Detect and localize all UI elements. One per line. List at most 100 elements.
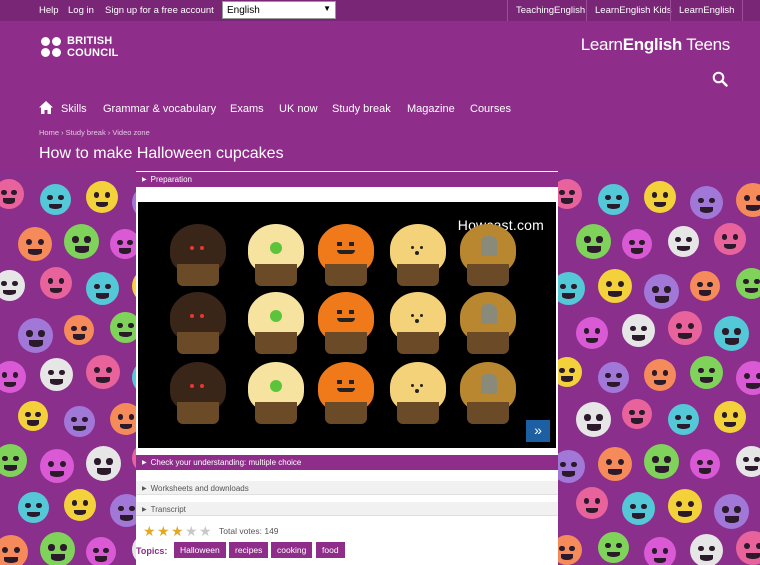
emoji-face-icon xyxy=(86,181,118,213)
emoji-face-icon xyxy=(644,181,676,213)
emoji-face-icon xyxy=(64,224,99,259)
emoji-face-icon xyxy=(40,267,72,299)
emoji-face-icon xyxy=(576,317,608,349)
star-icon[interactable]: ★ xyxy=(199,524,212,538)
nav-magazine[interactable]: Magazine xyxy=(407,103,455,115)
emoji-face-icon xyxy=(644,537,676,565)
video-player[interactable]: Howcast.com » xyxy=(138,202,556,448)
cupcake xyxy=(246,292,306,356)
star-icon[interactable]: ★ xyxy=(157,524,170,538)
learnenglish-kids-link[interactable]: LearnEnglish Kids xyxy=(586,0,680,21)
emoji-face-icon xyxy=(558,535,582,565)
emoji-face-icon xyxy=(18,401,48,431)
search-icon[interactable] xyxy=(712,71,728,87)
emoji-face-icon xyxy=(0,361,26,393)
breadcrumb[interactable]: Home › Study break › Video zone xyxy=(39,128,150,137)
nav-skills[interactable]: Skills xyxy=(61,103,87,115)
british-council-dots-icon xyxy=(41,37,63,59)
emoji-face-icon xyxy=(714,494,749,529)
nav-grammar-vocabulary[interactable]: Grammar & vocabulary xyxy=(103,103,216,115)
emoji-face-icon xyxy=(644,359,676,391)
emoji-face-icon xyxy=(668,311,702,345)
login-link[interactable]: Log in xyxy=(68,5,94,16)
emoji-face-icon xyxy=(690,534,723,565)
star-icon[interactable]: ★ xyxy=(143,524,156,538)
emoji-face-icon xyxy=(598,184,629,215)
emoji-face-icon xyxy=(736,183,760,217)
topic-tag[interactable]: food xyxy=(316,542,345,558)
emoji-face-icon xyxy=(576,224,611,259)
emoji-face-icon xyxy=(690,356,723,389)
cupcake xyxy=(388,292,448,356)
cupcake xyxy=(246,362,306,426)
emoji-face-icon xyxy=(598,447,632,481)
emoji-face-icon xyxy=(86,537,116,565)
learnenglish-link[interactable]: LearnEnglish xyxy=(670,0,744,21)
topic-tag[interactable]: Halloween xyxy=(174,542,226,558)
cupcake xyxy=(458,362,518,426)
transcript-toggle[interactable]: ▶ Transcript xyxy=(136,502,558,516)
topic-tag[interactable]: recipes xyxy=(229,542,269,558)
topic-tag[interactable]: cooking xyxy=(271,542,313,558)
emoji-face-icon xyxy=(644,444,679,479)
star-icon[interactable]: ★ xyxy=(171,524,184,538)
emoji-face-icon xyxy=(622,314,655,347)
emoji-face-icon xyxy=(598,269,632,303)
emoji-face-icon xyxy=(714,316,749,351)
cupcake xyxy=(168,292,228,356)
nav-exams[interactable]: Exams xyxy=(230,103,264,115)
emoji-face-icon xyxy=(86,272,119,305)
home-icon[interactable] xyxy=(39,101,53,114)
british-council-wordmark: BRITISH COUNCIL xyxy=(67,35,119,59)
emoji-face-icon xyxy=(668,404,699,435)
cupcake xyxy=(246,224,306,288)
teachingenglish-link[interactable]: TeachingEnglish xyxy=(507,0,593,21)
nav-courses[interactable]: Courses xyxy=(470,103,511,115)
nav-uk-now[interactable]: UK now xyxy=(279,103,318,115)
check-understanding-toggle[interactable]: ▶ Check your understanding: multiple choi… xyxy=(136,455,558,470)
nav-study-break[interactable]: Study break xyxy=(332,103,391,115)
help-link[interactable]: Help xyxy=(39,5,59,16)
emoji-face-icon xyxy=(690,449,720,479)
triangle-right-icon: ▶ xyxy=(142,486,147,492)
emoji-face-icon xyxy=(644,274,679,309)
emoji-face-icon xyxy=(558,179,582,209)
emoji-face-icon xyxy=(558,450,585,483)
total-votes: Total votes: 149 xyxy=(219,526,279,536)
cupcake xyxy=(458,292,518,356)
topics-label: Topics: xyxy=(136,546,168,556)
emoji-face-icon xyxy=(736,531,760,565)
emoji-face-icon xyxy=(558,357,582,387)
cupcake xyxy=(388,224,448,288)
expand-icon[interactable]: » xyxy=(526,420,550,442)
emoji-face-icon xyxy=(40,532,75,565)
worksheets-toggle[interactable]: ▶ Worksheets and downloads xyxy=(136,481,558,495)
emoji-face-icon xyxy=(40,358,73,391)
cupcake xyxy=(388,362,448,426)
signup-link[interactable]: Sign up for a free account xyxy=(105,5,214,16)
content-column: ▶ Preparation Howcast.com » ▶ Check your u… xyxy=(136,171,558,565)
cupcake xyxy=(168,362,228,426)
cupcake xyxy=(458,224,518,288)
emoji-face-icon xyxy=(668,226,699,257)
emoji-face-icon xyxy=(598,362,629,393)
learnenglish-teens-logo[interactable]: LearnEnglish Teens xyxy=(581,35,731,55)
emoji-face-icon xyxy=(714,401,746,433)
triangle-right-icon: ▶ xyxy=(142,460,147,466)
emoji-face-icon xyxy=(622,492,655,525)
star-icon[interactable]: ★ xyxy=(185,524,198,538)
emoji-face-icon xyxy=(690,271,720,301)
emoji-face-icon xyxy=(86,446,121,481)
emoji-face-icon xyxy=(110,229,136,259)
emoji-face-icon xyxy=(86,355,120,389)
triangle-right-icon: ▶ xyxy=(142,507,147,513)
emoji-face-icon xyxy=(558,272,585,305)
preparation-toggle[interactable]: ▶ Preparation xyxy=(136,172,558,187)
emoji-face-icon xyxy=(40,184,71,215)
emoji-face-icon xyxy=(18,318,53,353)
emoji-face-icon xyxy=(690,186,723,219)
emoji-face-icon xyxy=(110,494,136,527)
british-council-logo[interactable]: BRITISH COUNCIL xyxy=(41,35,121,60)
emoji-face-icon xyxy=(64,315,94,345)
language-select[interactable]: English ▼ xyxy=(222,1,336,19)
